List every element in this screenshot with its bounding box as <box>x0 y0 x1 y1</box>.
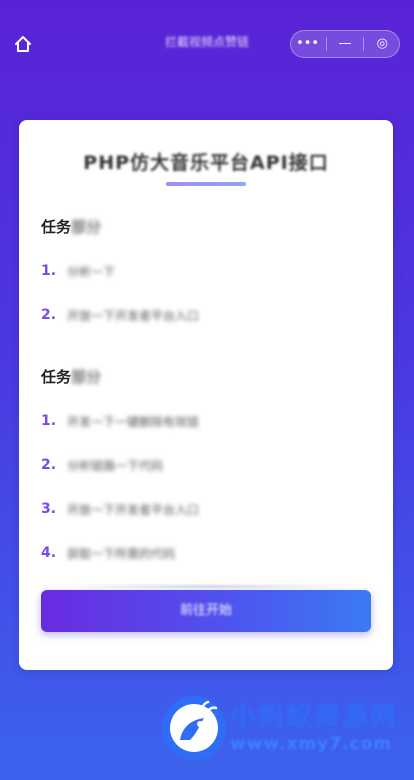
list-item: 3. 开放一下开发者平台入口 <box>41 498 199 520</box>
step-number: 1. <box>41 263 57 279</box>
watermark-url: www.xmy7.com <box>230 734 393 754</box>
watermark-name: 小蚂蚁资源网 <box>230 702 399 732</box>
list-item: 2. 分析链路一下代码 <box>41 454 163 476</box>
title-underline <box>166 182 246 186</box>
step-text: 分析一下 <box>67 264 116 279</box>
section-title-blur: 部分 <box>71 218 102 236</box>
step-number: 2. <box>41 307 57 323</box>
mini-program-capsule: ••• — ◎ <box>290 30 400 58</box>
fade-divider <box>69 585 349 588</box>
home-icon-svg <box>15 36 31 52</box>
more-icon[interactable]: ••• <box>293 30 323 58</box>
section-title-prefix: 任务 <box>41 368 72 386</box>
section-title-2: 任务部分 <box>41 366 101 387</box>
step-number: 2. <box>41 457 57 473</box>
content-card: PHP仿大音乐平台API接口 任务部分 1. 分析一下 2. 开放一下开发者平台… <box>19 120 393 670</box>
start-button[interactable]: 前往开始 <box>41 590 371 632</box>
step-text: 获取一下所需的代码 <box>67 546 176 561</box>
step-text: 开放一下开发者平台入口 <box>67 308 200 323</box>
step-text: 分析链路一下代码 <box>67 458 164 473</box>
step-text: 开放一下开发者平台入口 <box>67 502 200 517</box>
watermark: 小蚂蚁资源网 www.xmy7.com <box>160 692 410 772</box>
app-title: 拦截视频点赞链 <box>164 35 249 49</box>
minimize-icon[interactable]: — <box>330 30 360 58</box>
list-item: 2. 开放一下开发者平台入口 <box>41 304 199 326</box>
card-title: PHP仿大音乐平台API接口 <box>83 152 329 174</box>
capsule-divider <box>363 37 365 51</box>
top-bar: 拦截视频点赞链 ••• — ◎ <box>0 0 414 86</box>
list-item: 1. 开发一下一键删除有效链 <box>41 410 199 432</box>
start-button-label: 前往开始 <box>179 603 232 618</box>
step-text: 开发一下一键删除有效链 <box>67 414 200 429</box>
step-number: 1. <box>41 413 57 429</box>
ant-logo-icon <box>162 696 226 760</box>
home-icon[interactable] <box>12 34 34 54</box>
list-item: 4. 获取一下所需的代码 <box>41 542 175 564</box>
section-title-1: 任务部分 <box>41 216 101 237</box>
section-title-prefix: 任务 <box>41 218 72 236</box>
list-item: 1. 分析一下 <box>41 260 115 282</box>
close-icon[interactable]: ◎ <box>367 30 397 58</box>
step-number: 4. <box>41 545 57 561</box>
section-title-blur: 部分 <box>71 368 102 386</box>
step-number: 3. <box>41 501 57 517</box>
capsule-divider <box>325 37 327 51</box>
